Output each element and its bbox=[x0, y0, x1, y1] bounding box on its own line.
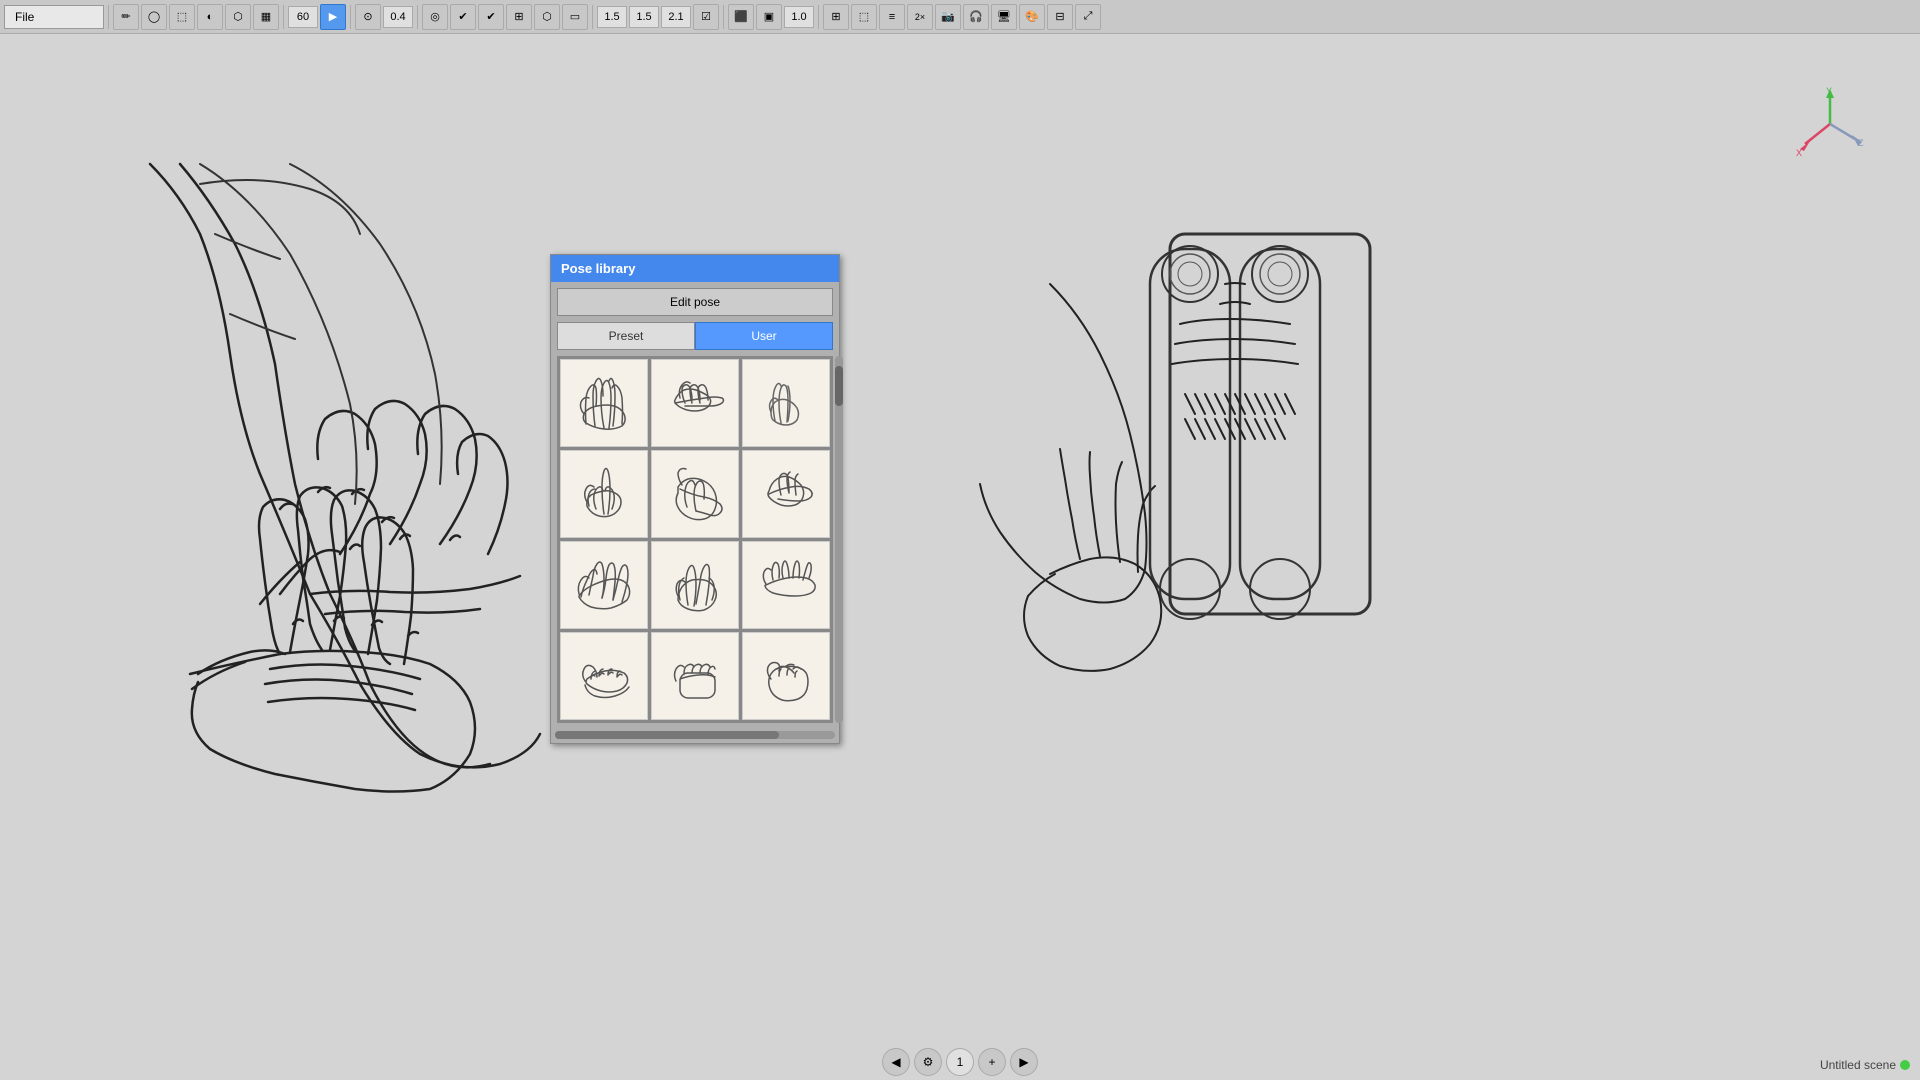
frame-tool[interactable]: ▣ bbox=[756, 4, 782, 30]
pose-cell-8[interactable] bbox=[651, 541, 739, 629]
draw-tool-6[interactable]: ▦ bbox=[253, 4, 279, 30]
toolbar-val3[interactable]: 1.5 bbox=[597, 6, 627, 28]
toolbar-separator-2 bbox=[283, 5, 284, 29]
resize-tool[interactable]: ⤢ bbox=[1075, 4, 1101, 30]
toolbar-fps[interactable]: 60 bbox=[288, 6, 318, 28]
check-box[interactable]: ☑ bbox=[693, 4, 719, 30]
toolbar-val2[interactable]: 0.4 bbox=[383, 6, 413, 28]
camera-tool[interactable]: 📷 bbox=[935, 4, 961, 30]
pose-library-body: Edit pose Preset User bbox=[551, 282, 839, 729]
draw-tool-3[interactable]: ⬚ bbox=[169, 4, 195, 30]
draw-tool-2[interactable]: ◯ bbox=[141, 4, 167, 30]
cube-tool[interactable]: ⬛ bbox=[728, 4, 754, 30]
toolbar-separator-3 bbox=[350, 5, 351, 29]
monitor-tool[interactable]: 🖥 bbox=[991, 4, 1017, 30]
grid-tool-2[interactable]: ⊞ bbox=[823, 4, 849, 30]
rect-tool[interactable]: ▭ bbox=[562, 4, 588, 30]
pose-cell-9[interactable] bbox=[742, 541, 830, 629]
tab-user[interactable]: User bbox=[695, 322, 833, 350]
check-tool-1[interactable]: ✔ bbox=[450, 4, 476, 30]
pose-cell-3[interactable] bbox=[742, 359, 830, 447]
toolbar-separator-5 bbox=[592, 5, 593, 29]
add-page-button[interactable]: + bbox=[978, 1048, 1006, 1076]
prev-page-button[interactable]: ◀ bbox=[882, 1048, 910, 1076]
layer-tool[interactable]: ≡ bbox=[879, 4, 905, 30]
pose-cell-12[interactable] bbox=[742, 632, 830, 720]
pose-tabs: Preset User bbox=[557, 322, 833, 350]
draw-tool-5[interactable]: ⬡ bbox=[225, 4, 251, 30]
pose-cell-7[interactable] bbox=[560, 541, 648, 629]
grid-tool[interactable]: ⊞ bbox=[506, 4, 532, 30]
bottom-navigation-bar: ◀ ⚙ 1 + ▶ bbox=[0, 1044, 1920, 1080]
svg-text:Z: Z bbox=[1858, 138, 1864, 148]
svg-text:X: X bbox=[1796, 148, 1802, 158]
pose-scrollbar-thumb[interactable] bbox=[835, 366, 843, 406]
pose-library-titlebar[interactable]: Pose library bbox=[551, 255, 839, 282]
toolbar-val4[interactable]: 1.5 bbox=[629, 6, 659, 28]
pose-cell-1[interactable] bbox=[560, 359, 648, 447]
scene-status-dot bbox=[1900, 1060, 1910, 1070]
pose-scrollbar[interactable] bbox=[835, 356, 843, 723]
toolbar-separator-6 bbox=[723, 5, 724, 29]
pose-grid-wrap bbox=[557, 356, 833, 723]
file-menu[interactable]: File bbox=[4, 5, 104, 29]
pose-library-dialog: Pose library Edit pose Preset User bbox=[550, 254, 840, 744]
scene-name: Untitled scene bbox=[1820, 1058, 1896, 1072]
draw-tool-4[interactable]: ◐ bbox=[197, 4, 223, 30]
toolbar-separator-7 bbox=[818, 5, 819, 29]
toolbar-val6[interactable]: 1.0 bbox=[784, 6, 814, 28]
tab-preset[interactable]: Preset bbox=[557, 322, 695, 350]
pose-cell-2[interactable] bbox=[651, 359, 739, 447]
toolbar-separator-1 bbox=[108, 5, 109, 29]
draw-tool-1[interactable]: ✏ bbox=[113, 4, 139, 30]
pose-cell-5[interactable] bbox=[651, 450, 739, 538]
pose-cell-6[interactable] bbox=[742, 450, 830, 538]
pose-grid bbox=[557, 356, 833, 723]
num-tool[interactable]: 2× bbox=[907, 4, 933, 30]
svg-text:Y: Y bbox=[1826, 86, 1832, 96]
page-number: 1 bbox=[946, 1048, 974, 1076]
settings-button[interactable]: ⚙ bbox=[914, 1048, 942, 1076]
layers-tool[interactable]: ⊟ bbox=[1047, 4, 1073, 30]
palette-tool[interactable]: 🎨 bbox=[1019, 4, 1045, 30]
axis-indicator: Y X Z bbox=[1790, 84, 1870, 164]
headphone-tool[interactable]: 🎧 bbox=[963, 4, 989, 30]
toolbar: File ✏ ◯ ⬚ ◐ ⬡ ▦ 60 ▶ ⊙ 0.4 ◎ ✔ ✔ ⊞ ⬡ ▭ … bbox=[0, 0, 1920, 34]
pose-cell-11[interactable] bbox=[651, 632, 739, 720]
check-tool-2[interactable]: ✔ bbox=[478, 4, 504, 30]
next-page-button[interactable]: ▶ bbox=[1010, 1048, 1038, 1076]
canvas-area[interactable]: Y X Z Pose library Edit pose Preset User bbox=[0, 34, 1920, 1080]
edit-pose-button[interactable]: Edit pose bbox=[557, 288, 833, 316]
toolbar-val5[interactable]: 2.1 bbox=[661, 6, 691, 28]
pose-scrollbar-horizontal-thumb[interactable] bbox=[555, 731, 779, 739]
frame-tool-2[interactable]: ⬚ bbox=[851, 4, 877, 30]
toolbar-separator-4 bbox=[417, 5, 418, 29]
pose-cell-10[interactable] bbox=[560, 632, 648, 720]
spiral-tool[interactable]: ◎ bbox=[422, 4, 448, 30]
hex-tool[interactable]: ⬡ bbox=[534, 4, 560, 30]
circle-tool[interactable]: ⊙ bbox=[355, 4, 381, 30]
pose-cell-4[interactable] bbox=[560, 450, 648, 538]
scene-label: Untitled scene bbox=[1820, 1058, 1910, 1072]
sketch-svg bbox=[0, 34, 1920, 1080]
pose-scrollbar-horizontal[interactable] bbox=[555, 731, 835, 739]
play-button[interactable]: ▶ bbox=[320, 4, 346, 30]
